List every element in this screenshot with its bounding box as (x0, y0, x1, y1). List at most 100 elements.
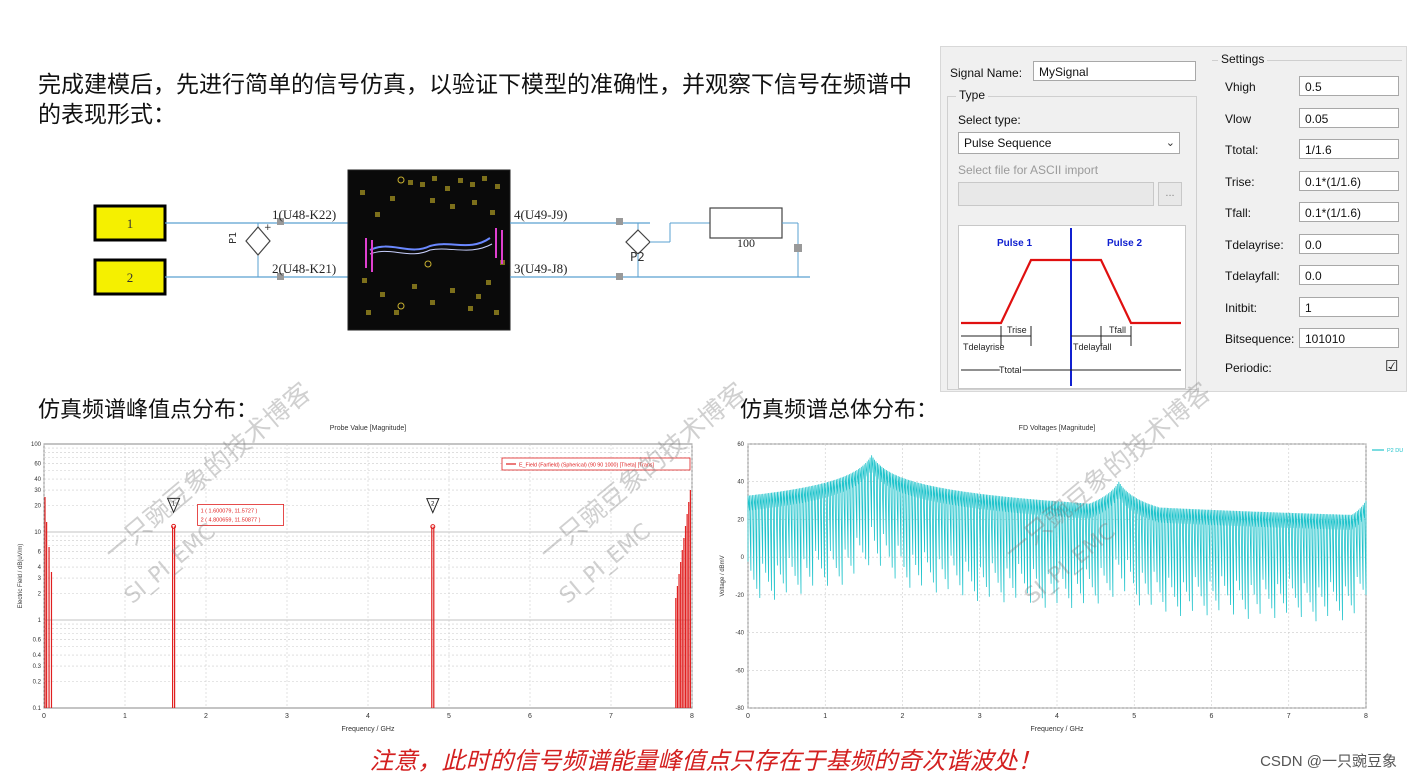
pin-1-label: 1(U48-K22) (272, 207, 336, 222)
y-tick-label: 2 (38, 592, 42, 598)
param-label: Vhigh (1225, 80, 1256, 94)
y-axis-label: Electric Field / dB(uV/m) (18, 544, 24, 609)
browse-button[interactable]: ... (1158, 182, 1182, 206)
intro-text: 完成建模后，先进行简单的信号仿真，以验证下模型的准确性，并观察下信号在频谱中的表… (38, 72, 912, 128)
param-input[interactable]: 0.1*(1/1.6) (1299, 170, 1399, 191)
signal-type-value: Pulse Sequence (964, 136, 1052, 150)
param-label: Tdelayrise: (1225, 237, 1284, 252)
param-label: Tfall: (1225, 206, 1252, 220)
param-input[interactable]: 0.1*(1/1.6) (1299, 202, 1399, 222)
param-label: Tdelayfall: (1225, 269, 1280, 283)
signal-name-input[interactable]: MySignal (1033, 61, 1196, 81)
pin-3-label: 3(U49-J8) (514, 261, 567, 276)
param-input[interactable]: 101010 (1299, 328, 1399, 348)
param-input[interactable]: 1/1.6 (1299, 139, 1399, 159)
y-tick-label: 1 (38, 618, 42, 624)
y-tick-label: 40 (737, 480, 744, 486)
param-input[interactable]: 0.5 (1299, 76, 1399, 96)
y-tick-label: 4 (38, 565, 42, 571)
param-label: Vlow (1225, 111, 1252, 126)
x-tick-label: 6 (528, 713, 532, 720)
param-input[interactable]: 0.0 (1299, 233, 1399, 254)
periodic-checkbox[interactable]: ☑ (1385, 357, 1398, 375)
tfall-label: Tfall (1109, 325, 1126, 335)
y-tick-label: 20 (737, 517, 744, 523)
y-tick-label: 0.2 (33, 680, 42, 686)
x-tick-label: 2 (204, 713, 208, 720)
y-tick-label: 3 (38, 576, 42, 582)
pin-2-label: 2(U48-K21) (272, 261, 336, 276)
x-tick-label: 7 (1287, 713, 1291, 720)
probe-label: P2 (630, 250, 645, 264)
periodic-label: Periodic: (1225, 361, 1272, 375)
x-tick-label: 6 (1210, 713, 1214, 720)
type-group-title: Type (956, 88, 989, 102)
y-tick-label: 0.3 (33, 664, 42, 670)
pin-4-label: 4(U49-J9) (514, 207, 567, 222)
signal-name-label: Signal Name: (950, 66, 1023, 80)
pulse-diagram: Pulse 1 Pulse 2 Trise Tfall Tdelayrise T… (958, 225, 1186, 389)
param-label: Initbit: (1225, 300, 1258, 315)
y-tick-label: 0.4 (33, 653, 42, 659)
x-tick-label: 0 (42, 713, 46, 720)
y-tick-label: 60 (34, 462, 41, 468)
csdn-credit: CSDN @一只豌豆象 (1260, 753, 1397, 770)
x-tick-label: 0 (746, 713, 750, 720)
y-tick-label: -80 (735, 706, 744, 712)
y-tick-label: 6 (38, 550, 42, 556)
x-tick-label: 3 (978, 713, 982, 720)
ascii-import-label: Select file for ASCII import (958, 163, 1099, 177)
x-axis-label: Frequency / GHz (1031, 726, 1084, 733)
x-tick-label: 1 (823, 713, 827, 720)
schematic: 1 2 P1 + 1(U48-K22) 2(U48-K21) 4(U49-J9)… (93, 169, 810, 331)
y-tick-label: 20 (34, 504, 41, 510)
resistor (709, 207, 783, 239)
ttotal-label: Ttotal (999, 365, 1022, 375)
x-tick-label: 4 (1055, 713, 1059, 720)
port-2-label: 2 (127, 270, 134, 285)
y-tick-label: -20 (735, 593, 744, 599)
y-tick-label: -60 (735, 668, 744, 674)
x-tick-label: 5 (1132, 713, 1136, 720)
chart-title: Probe Value [Magnitude] (330, 425, 407, 432)
legend-text: P2 DU (1387, 448, 1403, 454)
marker-info-text: 1 ( 1.600079, 11.5727 ) (201, 508, 258, 514)
tdelayfall-label: Tdelayfall (1073, 342, 1112, 352)
x-tick-label: 4 (366, 713, 370, 720)
marker-number: 2 (431, 501, 435, 508)
y-tick-label: 40 (34, 477, 41, 483)
ascii-file-input[interactable] (958, 182, 1154, 206)
marker-info-text: 2 ( 4.800659, 11.50877 ) (201, 517, 261, 523)
y-tick-label: 30 (34, 488, 41, 494)
trise-label: Trise (1007, 325, 1027, 335)
y-tick-label: 60 (737, 442, 744, 448)
type-group: Type Select type: Pulse Sequence ⌄ Selec… (947, 88, 1197, 390)
y-tick-label: 10 (34, 530, 41, 536)
param-input[interactable]: 0.05 (1299, 107, 1399, 128)
y-tick-label: 0 (741, 555, 745, 561)
settings-group-title: Settings (1218, 52, 1268, 66)
param-input[interactable]: 0.0 (1299, 265, 1399, 285)
source-label: P1 (228, 232, 239, 244)
x-tick-label: 8 (1364, 713, 1368, 720)
port-1-label: 1 (127, 216, 134, 231)
x-tick-label: 2 (901, 713, 905, 720)
resistor-value: 100 (737, 236, 755, 250)
y-tick-label: 0.6 (33, 638, 42, 644)
x-axis-label: Frequency / GHz (342, 726, 395, 733)
param-label: Trise: (1225, 174, 1255, 189)
signal-type-select[interactable]: Pulse Sequence ⌄ (958, 132, 1180, 154)
tdelayrise-label: Tdelayrise (963, 342, 1005, 352)
y-tick-label: 0.1 (33, 706, 42, 712)
x-tick-label: 1 (123, 713, 127, 720)
conclusion-note: 注意，此时的信号频谱能量峰值点只存在于基频的奇次谐波处！ (369, 747, 1042, 775)
y-axis-label: Voltage / dBmV (720, 555, 726, 596)
x-tick-label: 5 (447, 713, 451, 720)
x-tick-label: 3 (285, 713, 289, 720)
y-tick-label: 100 (31, 442, 42, 448)
param-input[interactable]: 1 (1299, 296, 1399, 317)
svg-text:+: + (264, 223, 272, 233)
pulse-2-label: Pulse 2 (1107, 238, 1142, 249)
param-label: Bitsequence: (1225, 332, 1295, 346)
y-tick-label: -40 (735, 631, 744, 637)
